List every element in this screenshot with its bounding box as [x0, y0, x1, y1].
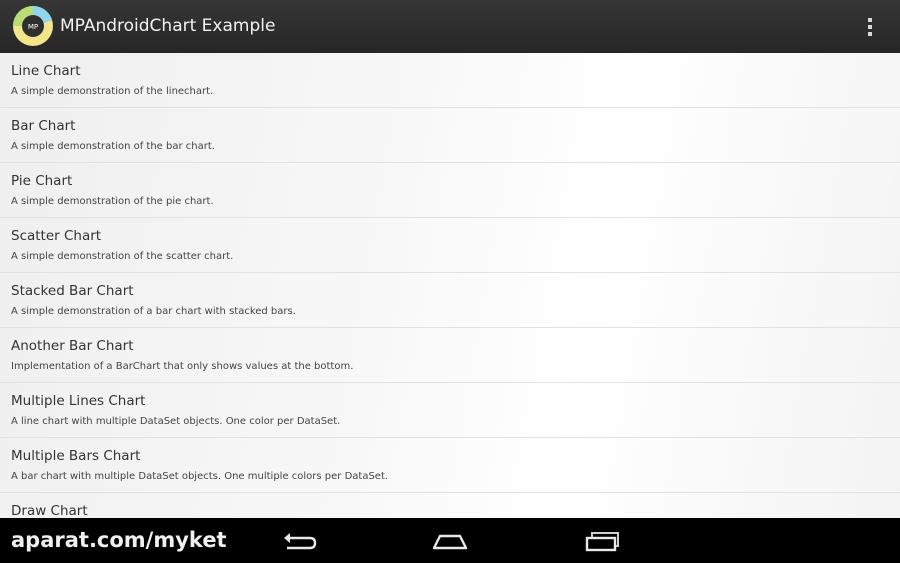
- overflow-dot: [868, 18, 872, 22]
- list-item-description: A simple demonstration of the linechart.: [11, 86, 214, 97]
- home-icon[interactable]: [430, 526, 470, 556]
- app-title: MPAndroidChart Example: [60, 16, 276, 36]
- list-item-bar-chart[interactable]: Bar Chart A simple demonstration of the …: [0, 108, 900, 163]
- list-item-scatter-chart[interactable]: Scatter Chart A simple demonstration of …: [0, 218, 900, 273]
- list-item-description: A simple demonstration of a bar chart wi…: [11, 306, 296, 317]
- list-item-multiple-bars-chart[interactable]: Multiple Bars Chart A bar chart with mul…: [0, 438, 900, 493]
- system-navigation-bar: aparat.com/myket: [0, 518, 900, 563]
- watermark-text: aparat.com/myket: [11, 528, 227, 552]
- list-item-description: A bar chart with multiple DataSet object…: [11, 471, 389, 482]
- list-item-title: Multiple Bars Chart: [11, 448, 141, 464]
- app-screen: MP MPAndroidChart Example Line Chart A s…: [0, 0, 900, 563]
- overflow-dot: [868, 25, 872, 29]
- list-item-title: Draw Chart: [11, 503, 88, 518]
- list-item-line-chart[interactable]: Line Chart A simple demonstration of the…: [0, 53, 900, 108]
- list-item-description: A line chart with multiple DataSet objec…: [11, 416, 341, 427]
- list-item-description: A simple demonstration of the scatter ch…: [11, 251, 234, 262]
- overflow-dot: [868, 32, 872, 36]
- list-item-title: Pie Chart: [11, 173, 73, 189]
- app-logo-text: MP: [28, 23, 38, 31]
- list-item-stacked-bar-chart[interactable]: Stacked Bar Chart A simple demonstration…: [0, 273, 900, 328]
- list-item-title: Bar Chart: [11, 118, 76, 134]
- list-item-description: Implementation of a BarChart that only s…: [11, 361, 354, 372]
- list-item-description: A simple demonstration of the bar chart.: [11, 141, 215, 152]
- chart-example-list[interactable]: Line Chart A simple demonstration of the…: [0, 53, 900, 518]
- recent-apps-icon[interactable]: [583, 526, 623, 556]
- overflow-menu-icon[interactable]: [856, 10, 884, 44]
- list-item-draw-chart[interactable]: Draw Chart: [0, 493, 900, 518]
- list-item-title: Stacked Bar Chart: [11, 283, 134, 299]
- action-bar: MP MPAndroidChart Example: [0, 0, 900, 54]
- list-item-another-bar-chart[interactable]: Another Bar Chart Implementation of a Ba…: [0, 328, 900, 383]
- list-item-title: Multiple Lines Chart: [11, 393, 146, 409]
- list-item-pie-chart[interactable]: Pie Chart A simple demonstration of the …: [0, 163, 900, 218]
- app-logo-icon[interactable]: MP: [11, 4, 55, 48]
- list-item-title: Another Bar Chart: [11, 338, 134, 354]
- list-item-title: Line Chart: [11, 63, 81, 79]
- list-item-title: Scatter Chart: [11, 228, 102, 244]
- list-item-multiple-lines-chart[interactable]: Multiple Lines Chart A line chart with m…: [0, 383, 900, 438]
- list-item-description: A simple demonstration of the pie chart.: [11, 196, 214, 207]
- back-icon[interactable]: [279, 526, 319, 556]
